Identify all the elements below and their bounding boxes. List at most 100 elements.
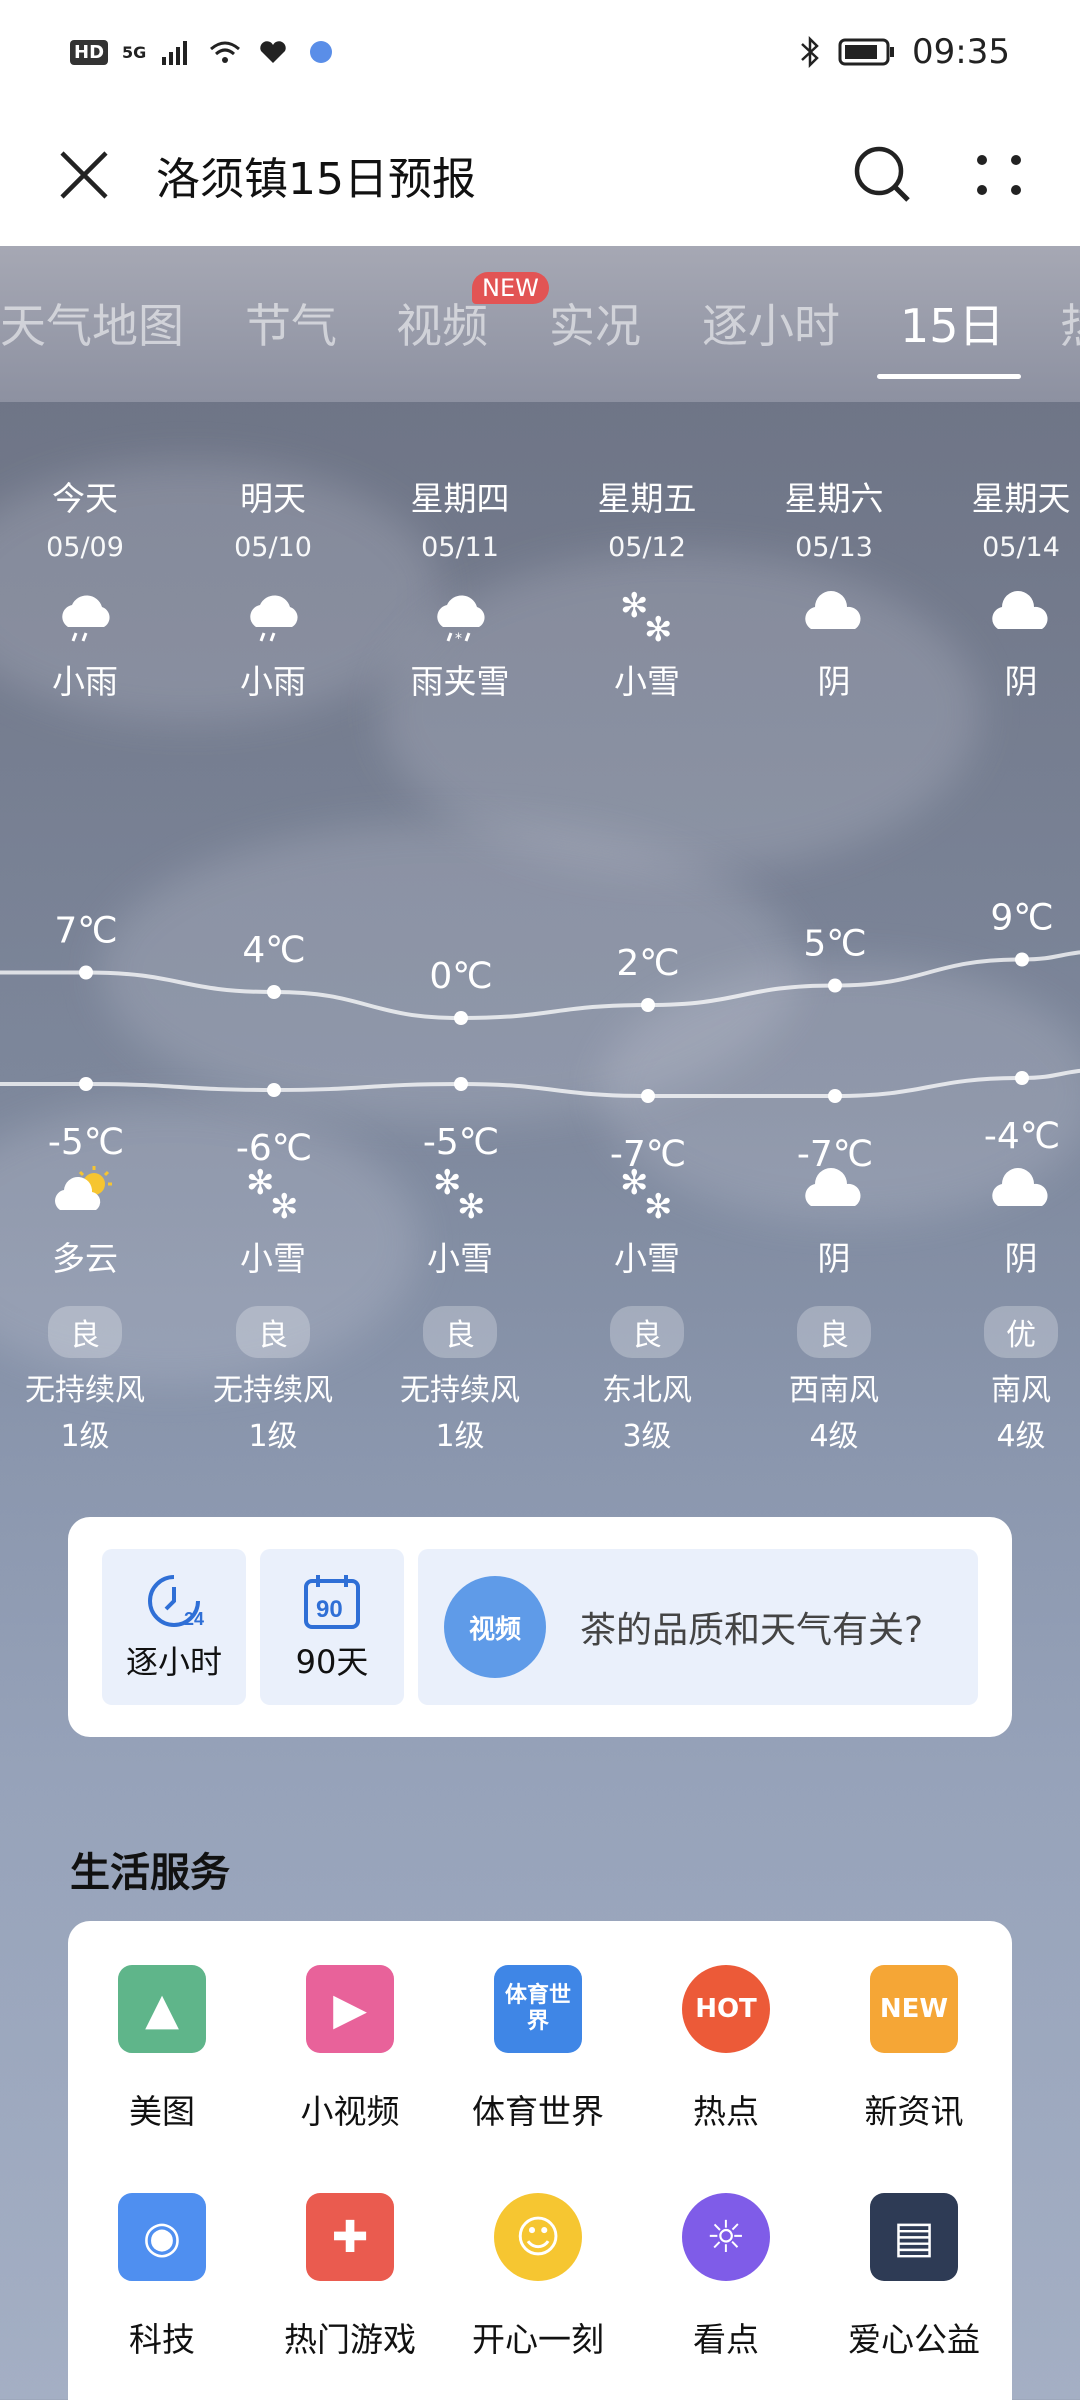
- service-item[interactable]: HOT 热点: [632, 1965, 820, 2181]
- low-temp-point: [828, 1089, 842, 1103]
- service-item[interactable]: ✚ 热门游戏: [256, 2193, 444, 2400]
- aqi-badge: 良: [797, 1306, 871, 1358]
- low-temp-line: [0, 1068, 1080, 1098]
- wind-level: 1级: [60, 1419, 110, 1454]
- light-rain-icon: [50, 585, 120, 645]
- close-icon[interactable]: [56, 147, 112, 203]
- bulb-icon: ☼: [682, 2193, 770, 2281]
- day-name: 明天: [240, 479, 306, 518]
- high-temp-point: [267, 985, 281, 999]
- clock: 09:35: [912, 32, 1010, 72]
- day-date: 05/14: [982, 532, 1060, 563]
- forecast-day-column[interactable]: 星期六 05/13 阴: [741, 472, 927, 703]
- service-label: 开心一刻: [472, 2320, 604, 2359]
- promo-text: 茶的品质和天气有关?: [580, 1610, 924, 1651]
- active-tab-indicator: [877, 374, 1021, 379]
- tab-hourly[interactable]: 逐小时: [702, 290, 840, 356]
- services-title: 生活服务: [70, 1850, 230, 1896]
- service-item[interactable]: ◉ 科技: [68, 2193, 256, 2400]
- high-temp-point: [641, 998, 655, 1012]
- heart-icon: [260, 41, 286, 63]
- high-temp-point: [828, 978, 842, 993]
- tab-15-day[interactable]: 15日: [900, 290, 1005, 356]
- service-item[interactable]: ☺ 开心一刻: [444, 2193, 632, 2400]
- service-item[interactable]: NEW 新资讯: [820, 1965, 1008, 2181]
- sports-icon: 体育世界: [494, 1965, 582, 2053]
- battery-icon: [838, 38, 895, 66]
- high-temp-line: [0, 950, 1080, 1021]
- service-label: 体育世界: [472, 2092, 604, 2131]
- temperature-curve: 7℃ 4℃ 0℃ 2℃ 5℃ 9℃ -5℃ -6℃ -5℃ -7℃ -7℃ -4℃: [0, 898, 1080, 1175]
- video-promo[interactable]: 视频 茶的品质和天气有关?: [418, 1549, 978, 1705]
- night-weather: 多云: [52, 1239, 118, 1278]
- light-snow-icon: ✻ ✻: [612, 585, 682, 650]
- low-temp-label: -7℃: [797, 1134, 873, 1175]
- clock-24-icon: 24: [148, 1575, 204, 1629]
- tab-solar-terms[interactable]: 节气: [245, 290, 337, 356]
- forecast-day-column[interactable]: 明天 05/10 小雨: [180, 472, 366, 703]
- service-label: 新资讯: [864, 2092, 964, 2131]
- gamepad-icon: ✚: [306, 2193, 394, 2281]
- wind-level: 4级: [809, 1419, 859, 1454]
- low-temp-label: -4℃: [984, 1116, 1060, 1157]
- wind-direction: 东北风 3级: [602, 1373, 692, 1454]
- day-name: 星期四: [410, 479, 510, 518]
- service-item[interactable]: 体育世界 体育世界: [444, 1965, 632, 2181]
- forecast-day-column[interactable]: 星期四 05/11 * 雨夹雪: [367, 472, 553, 703]
- night-weather: 小雪: [614, 1239, 680, 1278]
- wind-direction: 无持续风 1级: [25, 1373, 145, 1454]
- day-date: 05/13: [795, 532, 873, 563]
- tab-bar: 天气地图 节气 视频 NEW 实况 逐小时 15日 热: [0, 246, 1080, 402]
- night-weather: 小雪: [240, 1239, 306, 1278]
- high-temp-label: 4℃: [242, 930, 305, 971]
- low-temp-point: [641, 1089, 655, 1103]
- tab-weather-map[interactable]: 天气地图: [0, 290, 184, 356]
- 90-day-label: 90天: [295, 1643, 369, 1681]
- day-date: 05/09: [46, 532, 124, 563]
- service-item[interactable]: ▲ 美图: [68, 1965, 256, 2181]
- service-item[interactable]: ▶ 小视频: [256, 1965, 444, 2181]
- day-weather: 小雪: [614, 662, 680, 701]
- wifi-icon: [210, 41, 241, 63]
- svg-text:*: *: [455, 631, 462, 645]
- day-weather: 雨夹雪: [410, 662, 510, 701]
- hd-indicator: HD: [70, 39, 109, 65]
- calendar-90-icon-text: 90: [316, 1596, 343, 1623]
- service-label: 热点: [693, 2092, 759, 2131]
- day-name: 今天: [52, 479, 118, 518]
- bluetooth-icon: [801, 35, 819, 69]
- video-icon: ▶: [306, 1965, 394, 2053]
- clock-24-icon-text: 24: [184, 1609, 204, 1629]
- forecast-day-column[interactable]: 星期五 05/12 ✻ ✻ 小雪: [554, 472, 740, 703]
- more-icon[interactable]: [974, 150, 1024, 200]
- status-bar: HD 5G 09:35: [0, 0, 1080, 104]
- wind-level: 1级: [435, 1419, 485, 1454]
- forecast-day-column[interactable]: 今天 05/09 小雨: [0, 472, 178, 703]
- svg-text:✻: ✻: [644, 610, 673, 645]
- service-label: 爱心公益: [848, 2320, 980, 2359]
- service-label: 小视频: [300, 2092, 400, 2131]
- day-name: 星期五: [597, 479, 697, 518]
- service-item[interactable]: ☼ 看点: [632, 2193, 820, 2400]
- hourly-button[interactable]: 24 逐小时: [102, 1549, 246, 1705]
- high-temp-label: 7℃: [54, 911, 117, 952]
- forecast-day-column[interactable]: 星期天 05/14 阴: [928, 472, 1080, 703]
- low-temp-label: -5℃: [423, 1122, 499, 1163]
- low-temp-label: -7℃: [610, 1134, 686, 1175]
- tab-live[interactable]: 实况: [549, 290, 641, 356]
- 90-day-button[interactable]: 90 90天: [260, 1549, 404, 1705]
- overcast-icon: [986, 585, 1056, 645]
- network-type: 5G: [122, 42, 147, 62]
- day-name: 星期天: [971, 479, 1071, 518]
- wind-direction: 无持续风 1级: [400, 1373, 520, 1454]
- low-temp-label: -6℃: [236, 1128, 312, 1169]
- app-notification-icon: [310, 41, 333, 63]
- day-name: 星期六: [784, 479, 884, 518]
- high-temp-label: 0℃: [429, 956, 492, 997]
- new-badge: NEW: [472, 272, 549, 304]
- tab-hot[interactable]: 热: [1060, 290, 1080, 356]
- service-item[interactable]: ▤ 爱心公益: [820, 2193, 1008, 2400]
- search-icon[interactable]: [852, 144, 914, 206]
- aqi-badge: 良: [48, 1306, 122, 1358]
- day-date: 05/11: [421, 532, 499, 563]
